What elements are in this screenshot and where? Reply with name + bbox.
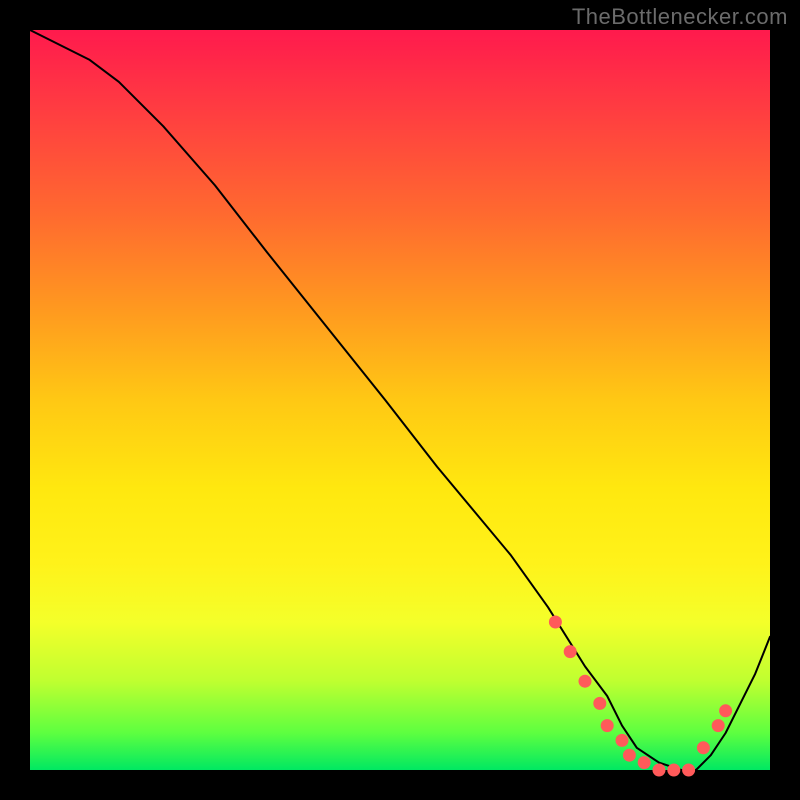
marker-dot (712, 720, 724, 732)
marker-dot (720, 705, 732, 717)
watermark-text: TheBottlenecker.com (572, 4, 788, 30)
marker-dot (623, 749, 635, 761)
chart-frame: TheBottlenecker.com (0, 0, 800, 800)
curve-layer (30, 30, 770, 770)
marker-dot (594, 697, 606, 709)
marker-dot (638, 757, 650, 769)
marker-dot (683, 764, 695, 776)
marker-dot (601, 720, 613, 732)
marker-dot (616, 734, 628, 746)
marker-dot (653, 764, 665, 776)
marker-dot (549, 616, 561, 628)
marker-dot (579, 675, 591, 687)
marker-dot (697, 742, 709, 754)
marker-dot (668, 764, 680, 776)
marker-dot (564, 646, 576, 658)
plot-area (30, 30, 770, 770)
marker-layer (549, 616, 731, 776)
bottleneck-curve (30, 30, 770, 770)
